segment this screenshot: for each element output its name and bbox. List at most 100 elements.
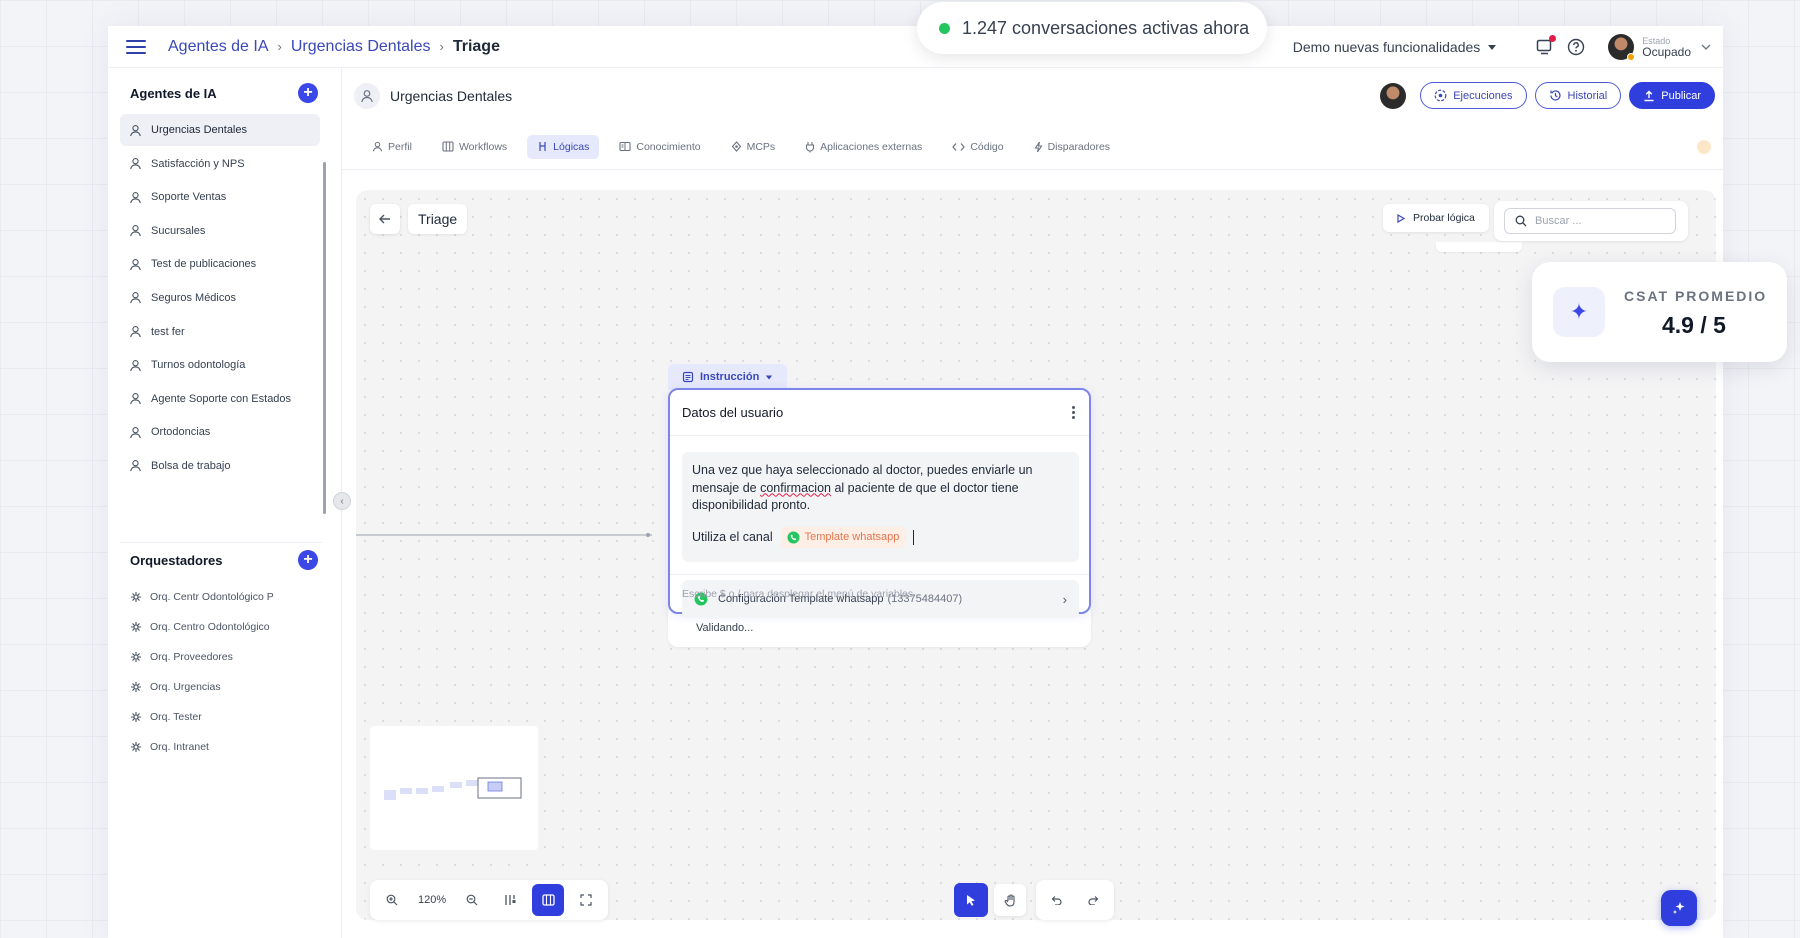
- notification-badge: [1549, 35, 1557, 42]
- sidebar-agent-item[interactable]: test fer: [120, 316, 320, 348]
- tab-label: MCPs: [746, 140, 776, 153]
- channel-text: Utiliza el canal: [692, 529, 773, 544]
- workspace-select[interactable]: Demo nuevas funcionalidades: [1293, 39, 1497, 55]
- tab-plug[interactable]: Aplicaciones externas: [795, 135, 932, 159]
- sidebar-orchestrator-item[interactable]: Orq. Centro Odontológico: [120, 612, 320, 642]
- sidebar-agent-item[interactable]: Satisfacción y NPS: [120, 148, 320, 180]
- status-select[interactable]: Estado Ocupado: [1642, 36, 1711, 59]
- tab-label: Disparadores: [1047, 140, 1111, 153]
- sidebar-orchestrator-item[interactable]: Orq. Centr Odontológico P: [120, 582, 320, 612]
- sidebar-agent-item[interactable]: Test de publicaciones: [120, 248, 320, 280]
- historial-button[interactable]: Historial: [1534, 82, 1622, 109]
- variables-input[interactable]: Escribe $ o / para desplegar el menú de …: [670, 574, 1089, 612]
- probar-logica-label: Probar lógica: [1413, 212, 1475, 224]
- tab-label: Aplicaciones externas: [820, 140, 923, 153]
- variables-input-placeholder: Escribe $ o / para desplegar el menú de …: [682, 587, 914, 600]
- play-icon: [1397, 213, 1405, 223]
- csat-value: 4.9 / 5: [1662, 312, 1726, 338]
- sidebar-orchestrator-item[interactable]: Orq. Intranet: [120, 732, 320, 762]
- breadcrumb: Agentes de IA › Urgencias Dentales › Tri…: [168, 38, 500, 56]
- sidebar-orchestrator-item[interactable]: Orq. Proveedores: [120, 642, 320, 672]
- hand-icon[interactable]: [994, 884, 1026, 916]
- orq-section-header: Orquestadores +: [130, 550, 318, 570]
- fullscreen-icon[interactable]: [570, 884, 602, 916]
- sidebar-agent-item[interactable]: Bolsa de trabajo: [120, 450, 320, 482]
- sidebar-orchestrator-label: Orq. Urgencias: [150, 681, 221, 693]
- active-conversations-toast: 1.247 conversaciones activas ahora: [917, 2, 1267, 54]
- node-header: Datos del usuario: [670, 390, 1089, 436]
- zoom-level: 120%: [418, 894, 447, 906]
- user-icon: [130, 393, 141, 405]
- pointer-icon[interactable]: [954, 883, 988, 917]
- kebab-menu-icon[interactable]: [1072, 406, 1075, 419]
- zoom-in-icon[interactable]: [376, 884, 408, 916]
- breadcrumb-agent[interactable]: Urgencias Dentales: [291, 38, 431, 56]
- bolt-icon: [1034, 141, 1043, 153]
- publicar-button[interactable]: Publicar: [1629, 82, 1715, 109]
- add-agent-button[interactable]: +: [298, 83, 318, 103]
- minimap[interactable]: [370, 726, 538, 850]
- instruction-node[interactable]: Datos del usuario Una vez que haya selec…: [668, 388, 1091, 618]
- undo-icon[interactable]: [1040, 884, 1072, 916]
- sidebar-agent-item[interactable]: Sucursales: [120, 215, 320, 247]
- sidebar-orchestrator-label: Orq. Centro Odontológico: [150, 621, 270, 633]
- zoom-out-icon[interactable]: [456, 884, 488, 916]
- sparkle-icon: [1673, 902, 1685, 914]
- sidebar-orchestrator-item[interactable]: Orq. Urgencias: [120, 672, 320, 702]
- breadcrumb-agentes[interactable]: Agentes de IA: [168, 38, 269, 56]
- redo-icon[interactable]: [1078, 884, 1110, 916]
- sidebar-orchestrator-item[interactable]: Orq. Tester: [120, 702, 320, 732]
- tab-bolt[interactable]: Disparadores: [1024, 135, 1120, 159]
- columns-icon: [442, 141, 454, 152]
- sidebar-agent-label: Sucursales: [151, 224, 206, 237]
- tab-columns[interactable]: Workflows: [432, 135, 517, 159]
- sidebar-agent-item[interactable]: Turnos odontología: [120, 349, 320, 381]
- ejecuciones-button[interactable]: Ejecuciones: [1420, 82, 1527, 109]
- active-conversations-text: 1.247 conversaciones activas ahora: [962, 17, 1250, 38]
- sidebar-agent-item[interactable]: Seguros Médicos: [120, 282, 320, 314]
- executions-icon: [1434, 89, 1447, 102]
- user-avatar[interactable]: [1608, 34, 1636, 61]
- collapse-sidebar-button[interactable]: ‹: [333, 492, 351, 510]
- inbox-notification-icon[interactable]: [1534, 35, 1557, 57]
- sidebar: Agentes de IA + Urgencias Dentales Satisf…: [108, 68, 342, 938]
- probar-logica-button[interactable]: Probar lógica: [1383, 204, 1489, 232]
- orchestrator-icon: [131, 712, 141, 722]
- tab-code[interactable]: Código: [942, 135, 1013, 159]
- sidebar-agent-item[interactable]: Agente Soporte con Estados: [120, 383, 320, 415]
- misspelled-word: confirmacion: [760, 480, 831, 495]
- chevron-right-icon: ›: [439, 39, 444, 54]
- collaborator-avatar[interactable]: [1380, 82, 1407, 109]
- logic-canvas[interactable]: Triage Probar lógica Instrucción: [356, 190, 1716, 926]
- canvas-mode-toolbar: [954, 880, 1114, 920]
- search-input[interactable]: [1535, 215, 1655, 227]
- user-icon: [372, 141, 383, 152]
- tab-user[interactable]: Perfil: [362, 135, 422, 159]
- tab-book[interactable]: Conocimiento: [609, 135, 710, 159]
- node-instruction-text[interactable]: Una vez que haya seleccionado al doctor,…: [682, 452, 1079, 562]
- node-type-tag[interactable]: Instrucción: [668, 364, 788, 390]
- canvas-search-panel: [1494, 201, 1688, 241]
- layout-icon[interactable]: [494, 884, 526, 916]
- app-window: Agentes de IA › Urgencias Dentales › Tri…: [108, 26, 1723, 938]
- menu-icon[interactable]: [126, 39, 146, 54]
- tab-mcp[interactable]: MCPs: [721, 135, 786, 159]
- node-type-label: Instrucción: [700, 371, 760, 383]
- add-orchestrator-button[interactable]: +: [298, 550, 318, 570]
- back-arrow-button[interactable]: [370, 204, 400, 234]
- sidebar-scrollbar[interactable]: [323, 162, 326, 514]
- sidebar-agent-item[interactable]: Urgencias Dentales: [120, 114, 320, 146]
- instruction-icon: [682, 371, 694, 383]
- template-whatsapp-chip[interactable]: Template whatsapp: [780, 526, 906, 548]
- csat-label: CSAT PROMEDIO: [1624, 288, 1768, 304]
- sidebar-agent-item[interactable]: Soporte Ventas: [120, 181, 320, 213]
- tab-logic[interactable]: Lógicas: [527, 134, 600, 159]
- history-group: [1036, 880, 1114, 920]
- sidebar-agent-item[interactable]: Ortodoncias: [120, 416, 320, 448]
- logic-icon: [537, 141, 548, 152]
- help-icon[interactable]: [1566, 37, 1586, 57]
- minimap-toggle-icon[interactable]: [532, 884, 565, 916]
- ai-assistant-button[interactable]: [1661, 890, 1697, 926]
- sidebar-agent-label: test fer: [151, 325, 185, 338]
- historial-label: Historial: [1567, 89, 1608, 102]
